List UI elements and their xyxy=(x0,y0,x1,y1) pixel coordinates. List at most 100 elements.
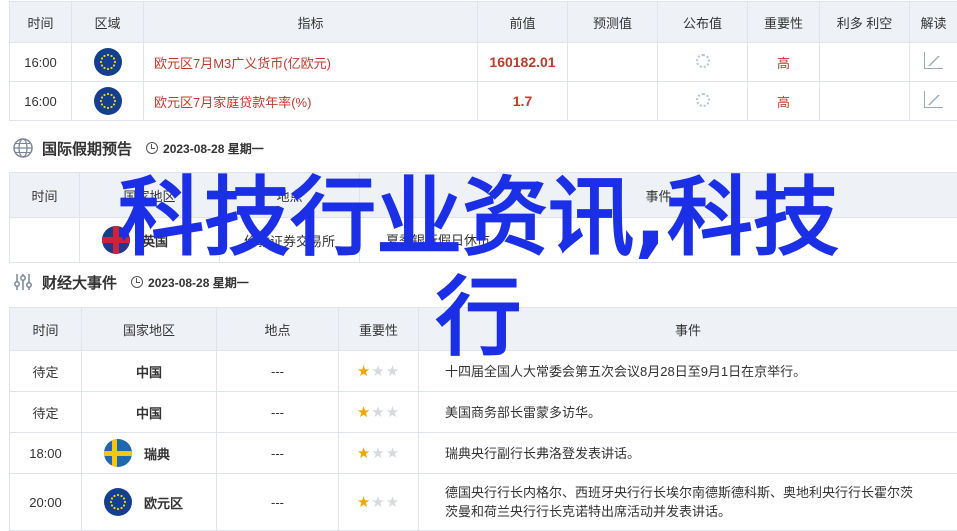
chart-icon[interactable] xyxy=(924,91,943,108)
se-flag-icon xyxy=(104,439,132,467)
section-date: 2023-08-28 星期一 xyxy=(148,274,249,291)
eu-flag-icon xyxy=(104,488,132,516)
globe-icon xyxy=(12,137,34,159)
star-icon: ★ xyxy=(357,494,371,511)
place-value: --- xyxy=(217,433,339,474)
star-icon: ★ xyxy=(371,404,385,421)
table-header-row: 时间 国家地区 地点 事件 xyxy=(10,173,957,218)
table-row: 待定 中国 --- ★★★ 美国商务部长雷蒙多访华。 xyxy=(10,392,957,433)
country-name: 中国 xyxy=(82,392,217,433)
col-header-region: 区域 xyxy=(72,2,144,43)
chart-icon[interactable] xyxy=(924,52,943,69)
importance-stars: ★★★ xyxy=(339,351,419,392)
row-time: 16:00 xyxy=(10,43,72,82)
importance-value: 高 xyxy=(748,43,820,82)
forecast-value xyxy=(568,82,658,121)
eu-flag-icon xyxy=(94,48,122,76)
country-name: 中国 xyxy=(82,351,217,392)
forecast-value xyxy=(568,43,658,82)
clock-icon xyxy=(146,142,158,154)
col-header-bull-bear: 利多 利空 xyxy=(820,2,910,43)
table-row[interactable]: 16:00 欧元区7月家庭贷款年率(%) 1.7 高 xyxy=(10,82,957,121)
row-time: 16:00 xyxy=(10,82,72,121)
economic-calendar-table: 时间 区域 指标 前值 预测值 公布值 重要性 利多 利空 解读 16:00 欧… xyxy=(9,1,957,121)
section-date: 2023-08-28 星期一 xyxy=(163,140,264,157)
star-icon: ★ xyxy=(371,363,385,380)
col-header-importance: 重要性 xyxy=(339,308,419,351)
importance-stars: ★★★ xyxy=(339,392,419,433)
col-header-time: 时间 xyxy=(10,2,72,43)
event-text: 德国央行行长内格尔、西班牙央行行长埃尔南德斯德科斯、奥地利央行行长霍尔茨茨曼和荷… xyxy=(419,474,957,531)
row-time xyxy=(10,218,80,263)
bull-bear-value xyxy=(820,43,910,82)
sliders-icon xyxy=(12,271,34,293)
table-header-row: 时间 国家地区 地点 重要性 事件 xyxy=(10,308,957,351)
row-time: 20:00 xyxy=(10,474,82,531)
place-value: --- xyxy=(217,392,339,433)
table-row: 英国 伦敦证券交易所 夏季银行假日休市 xyxy=(10,218,957,263)
loading-spinner-icon xyxy=(696,93,710,107)
col-header-place: 地点 xyxy=(217,308,339,351)
eu-flag-icon xyxy=(94,87,122,115)
events-section-header: 财经大事件 2023-08-28 星期一 xyxy=(12,271,249,293)
col-header-actual: 公布值 xyxy=(658,2,748,43)
star-icon: ★ xyxy=(357,445,371,462)
importance-value: 高 xyxy=(748,82,820,121)
indicator-link[interactable]: 欧元区7月家庭贷款年率(%) xyxy=(144,82,478,121)
col-header-event: 事件 xyxy=(360,173,957,218)
col-header-previous: 前值 xyxy=(478,2,568,43)
star-icon: ★ xyxy=(386,363,400,380)
event-text-line: 德国央行行长内格尔、西班牙央行行长埃尔南德斯德科斯、奥地利央行行长霍尔茨 xyxy=(445,485,913,500)
uk-flag-icon xyxy=(102,226,130,254)
star-icon: ★ xyxy=(386,494,400,511)
col-header-event: 事件 xyxy=(419,308,957,351)
event-text: 夏季银行假日休市 xyxy=(360,218,957,263)
table-row: 待定 中国 --- ★★★ 十四届全国人大常委会第五次会议8月28日至9月1日在… xyxy=(10,351,957,392)
loading-spinner-icon xyxy=(696,54,710,68)
table-row: 20:00 欧元区 --- ★★★ 德国央行行长内格尔、西班牙央行行长埃尔南德斯… xyxy=(10,474,957,531)
bull-bear-value xyxy=(820,82,910,121)
country-name: 欧元区 xyxy=(144,496,183,511)
row-time: 18:00 xyxy=(10,433,82,474)
col-header-forecast: 预测值 xyxy=(568,2,658,43)
col-header-time: 时间 xyxy=(10,173,80,218)
place-value: --- xyxy=(217,351,339,392)
table-header-row: 时间 区域 指标 前值 预测值 公布值 重要性 利多 利空 解读 xyxy=(10,2,957,43)
event-text: 美国商务部长雷蒙多访华。 xyxy=(419,392,957,433)
previous-value: 1.7 xyxy=(478,82,568,121)
col-header-place: 地点 xyxy=(220,173,360,218)
country-name: 瑞典 xyxy=(144,447,170,462)
section-title: 国际假期预告 xyxy=(42,138,132,159)
col-header-importance: 重要性 xyxy=(748,2,820,43)
country-name: 英国 xyxy=(142,234,168,249)
place-value: 伦敦证券交易所 xyxy=(220,218,360,263)
indicator-link[interactable]: 欧元区7月M3广义货币(亿欧元) xyxy=(144,43,478,82)
col-header-country: 国家地区 xyxy=(82,308,217,351)
star-icon: ★ xyxy=(386,445,400,462)
table-row[interactable]: 16:00 欧元区7月M3广义货币(亿欧元) 160182.01 高 xyxy=(10,43,957,82)
row-time: 待定 xyxy=(10,392,82,433)
col-header-analysis: 解读 xyxy=(910,2,957,43)
star-icon: ★ xyxy=(386,404,400,421)
row-time: 待定 xyxy=(10,351,82,392)
table-row: 18:00 瑞典 --- ★★★ 瑞典央行副行长弗洛登发表讲话。 xyxy=(10,433,957,474)
events-table: 时间 国家地区 地点 重要性 事件 待定 中国 --- ★★★ 十四届全国人大常… xyxy=(9,307,957,531)
star-icon: ★ xyxy=(371,445,385,462)
holiday-table: 时间 国家地区 地点 事件 英国 伦敦证券交易所 夏季银行假日休市 xyxy=(9,172,957,263)
holiday-section-header: 国际假期预告 2023-08-28 星期一 xyxy=(12,137,264,159)
importance-stars: ★★★ xyxy=(339,433,419,474)
importance-stars: ★★★ xyxy=(339,474,419,531)
event-text: 十四届全国人大常委会第五次会议8月28日至9月1日在京举行。 xyxy=(419,351,957,392)
section-title: 财经大事件 xyxy=(42,272,117,293)
col-header-time: 时间 xyxy=(10,308,82,351)
col-header-indicator: 指标 xyxy=(144,2,478,43)
place-value: --- xyxy=(217,474,339,531)
star-icon: ★ xyxy=(371,494,385,511)
col-header-country: 国家地区 xyxy=(80,173,220,218)
event-text-line: 茨曼和荷兰央行行长克诺特出席活动并发表讲话。 xyxy=(445,504,731,519)
previous-value: 160182.01 xyxy=(478,43,568,82)
event-text: 瑞典央行副行长弗洛登发表讲话。 xyxy=(419,433,957,474)
star-icon: ★ xyxy=(357,404,371,421)
clock-icon xyxy=(131,276,143,288)
star-icon: ★ xyxy=(357,363,371,380)
